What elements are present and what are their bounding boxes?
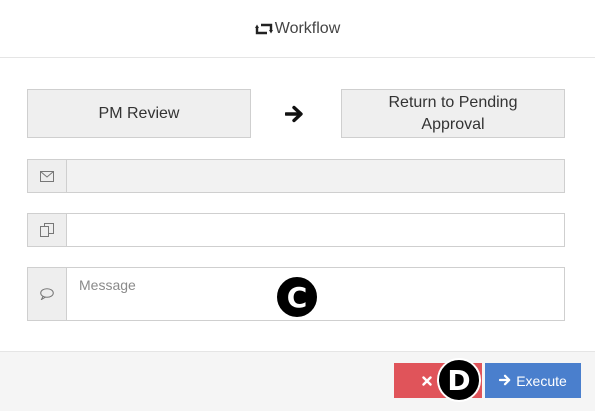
close-icon: [421, 373, 432, 389]
copy-field-group: [27, 213, 565, 247]
from-stage: PM Review: [27, 89, 251, 138]
execute-button-label: Execute: [516, 372, 567, 389]
arrow-right-icon: [284, 105, 305, 128]
modal-title: Workflow: [274, 19, 341, 37]
annotation-marker-d: D: [437, 358, 481, 402]
to-stage: Return to Pending Approval: [341, 89, 565, 138]
annotation-marker-c: C: [275, 275, 319, 319]
email-field-group: [27, 159, 565, 193]
email-input[interactable]: [67, 160, 564, 192]
copy-input[interactable]: [67, 214, 564, 246]
retweet-icon: [254, 22, 273, 36]
execute-button[interactable]: Execute: [485, 363, 581, 398]
comment-icon: [28, 268, 67, 320]
envelope-icon: [28, 160, 67, 192]
copy-icon: [28, 214, 67, 246]
arrow-right-icon: [499, 373, 511, 389]
modal-header: Workflow: [0, 0, 595, 58]
